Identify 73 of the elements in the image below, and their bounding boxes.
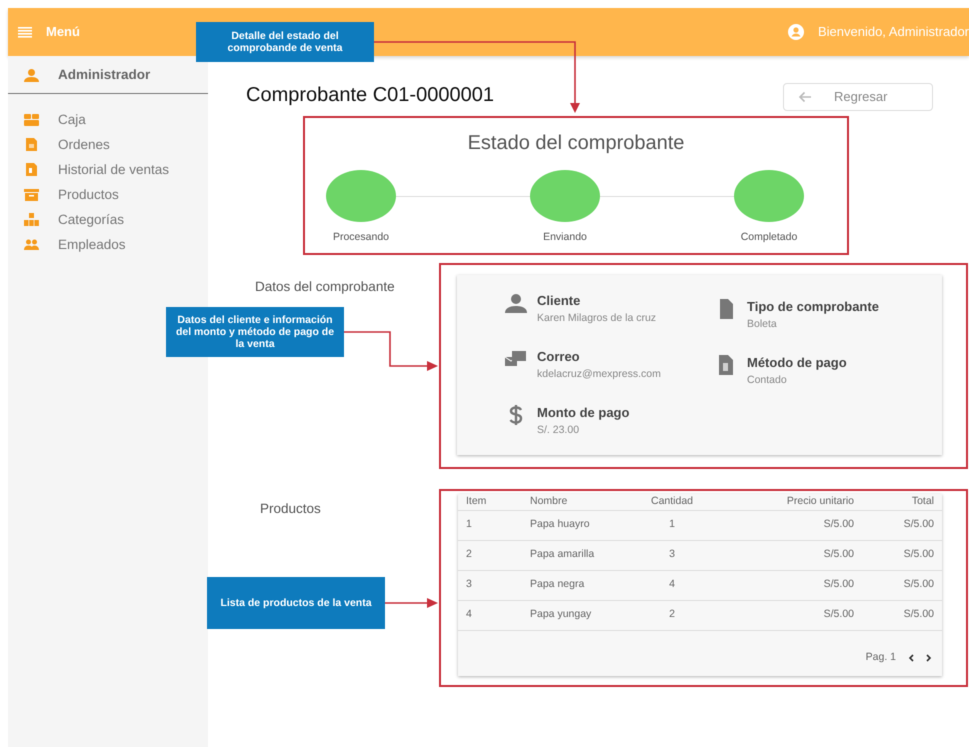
sidebar-item[interactable]: Categorías bbox=[58, 210, 124, 230]
back-button[interactable]: Regresar bbox=[783, 83, 933, 111]
table-cell: S/5.00 bbox=[862, 540, 942, 570]
menu-icon bbox=[18, 26, 32, 38]
boxes-icon bbox=[24, 213, 39, 226]
status-title: Estado del comprobante bbox=[466, 131, 686, 156]
step-label: Completado bbox=[740, 230, 798, 245]
table-cell: S/5.00 bbox=[862, 570, 942, 600]
sidebar-item[interactable]: Ordenes bbox=[58, 134, 110, 155]
sidebar-item[interactable]: Productos bbox=[58, 184, 119, 205]
annotation-callout: Datos del cliente e información del monto y método de pago de la venta bbox=[166, 307, 344, 357]
table-cell: Papa amarilla bbox=[522, 540, 632, 570]
table-cell: Papa negra bbox=[522, 570, 632, 600]
document-icon bbox=[24, 138, 39, 152]
table-cell: S/5.00 bbox=[712, 570, 862, 600]
field-value: Karen Milagros de la cruz bbox=[537, 310, 656, 326]
table-cell: 2 bbox=[632, 600, 712, 630]
page-title: Comprobante C01-0000001 bbox=[246, 83, 494, 108]
field-value: Contado bbox=[747, 372, 788, 388]
next-page-button[interactable] bbox=[926, 654, 932, 662]
page-indicator: Pag. 1 bbox=[866, 650, 896, 666]
table-cell: 3 bbox=[632, 540, 712, 570]
sidebar-item[interactable]: Empleados bbox=[58, 234, 126, 255]
table-cell: S/5.00 bbox=[712, 600, 862, 630]
welcome-text: Bienvenido, Administrador bbox=[818, 23, 969, 42]
table-cell: S/5.00 bbox=[862, 510, 942, 540]
user-avatar-icon bbox=[788, 24, 804, 40]
pointer-arrow bbox=[385, 598, 438, 608]
field-label: Tipo de comprobante bbox=[747, 298, 879, 316]
table-cell: S/5.00 bbox=[712, 510, 862, 540]
table-cell: S/5.00 bbox=[862, 600, 942, 630]
step-label: Procesando bbox=[332, 230, 390, 245]
table-cell: 2 bbox=[458, 540, 522, 570]
user-name: Administrador bbox=[58, 66, 150, 84]
menu-title: Menú bbox=[46, 23, 80, 42]
table-cell: S/5.00 bbox=[712, 540, 862, 570]
box-icon bbox=[24, 188, 39, 202]
field-value: S/. 23.00 bbox=[537, 422, 580, 438]
sidebar-item[interactable]: Caja bbox=[58, 110, 86, 130]
annotation-callout: Lista de productos de la venta bbox=[207, 577, 385, 629]
column-header: Precio unitario bbox=[712, 494, 862, 510]
user-icon bbox=[24, 68, 39, 82]
email-icon bbox=[505, 349, 527, 369]
section-title: Datos del comprobante bbox=[255, 279, 395, 294]
column-header: Nombre bbox=[522, 494, 632, 510]
field-value: kdelacruz@mexpress.com bbox=[537, 366, 661, 382]
step-label: Enviando bbox=[543, 230, 587, 245]
arrow-left-icon bbox=[798, 91, 812, 103]
users-icon bbox=[24, 238, 39, 252]
invoice-icon bbox=[24, 163, 39, 176]
annotation-callout: Detalle del estado del comprobande de venta bbox=[196, 22, 374, 62]
sidebar-item[interactable]: Historial de ventas bbox=[58, 160, 170, 180]
column-header: Cantidad bbox=[632, 494, 712, 510]
table-cell: Papa huayro bbox=[522, 510, 632, 540]
table-cell: 1 bbox=[458, 510, 522, 540]
column-header: Item bbox=[458, 494, 522, 510]
field-value: Boleta bbox=[747, 316, 778, 332]
table-cell: 4 bbox=[632, 570, 712, 600]
table-cell: 3 bbox=[458, 570, 522, 600]
table-cell: 4 bbox=[458, 600, 522, 630]
table-cell: 1 bbox=[632, 510, 712, 540]
column-header: Total bbox=[862, 494, 942, 510]
previous-page-button[interactable] bbox=[908, 654, 914, 662]
table-cell: Papa yungay bbox=[522, 600, 632, 630]
field-label: Monto de pago bbox=[537, 404, 630, 422]
field-label: Método de pago bbox=[747, 354, 847, 372]
cash-register-icon bbox=[24, 113, 39, 126]
chevron-right-icon bbox=[926, 654, 932, 662]
chevron-left-icon bbox=[908, 654, 914, 662]
field-label: Correo bbox=[537, 348, 581, 366]
section-title: Productos bbox=[260, 501, 321, 516]
user-icon bbox=[505, 293, 527, 313]
field-label: Cliente bbox=[537, 292, 582, 310]
